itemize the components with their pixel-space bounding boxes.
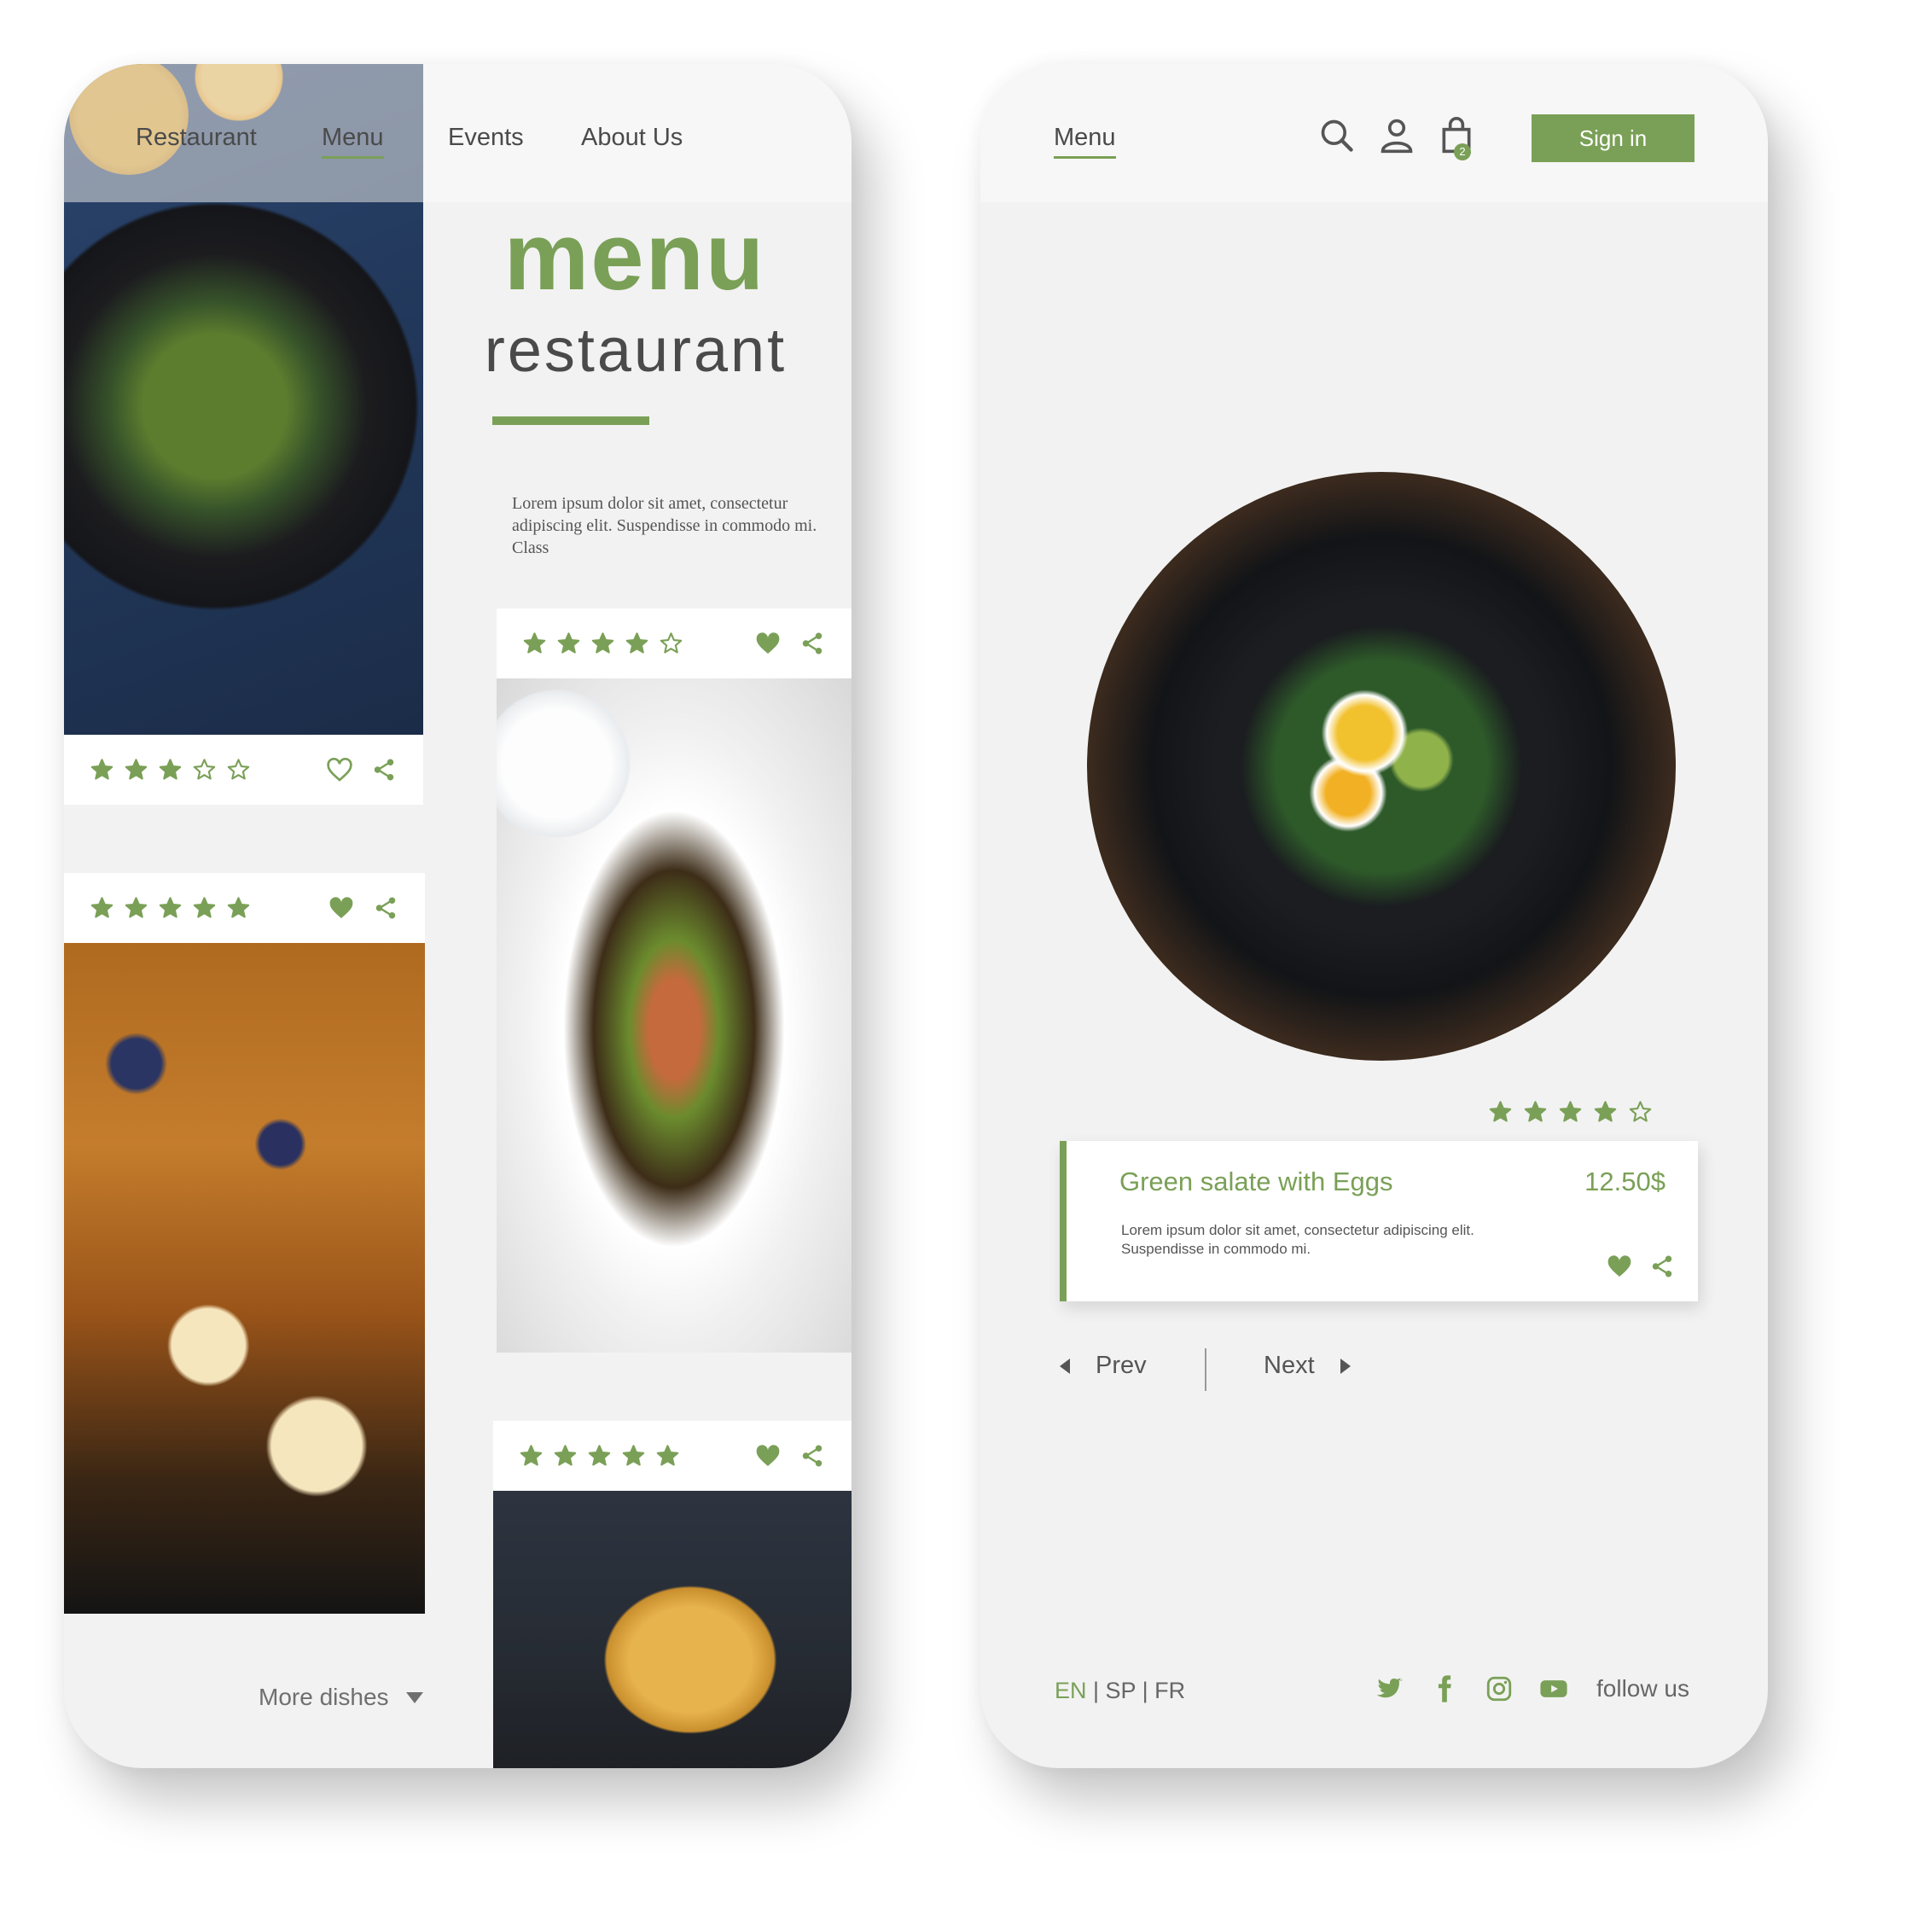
youtube-icon[interactable]	[1539, 1674, 1568, 1703]
star-filled-icon[interactable]	[1558, 1100, 1583, 1124]
star-filled-icon[interactable]	[655, 1444, 680, 1468]
star-filled-icon[interactable]	[587, 1444, 612, 1468]
star-filled-icon[interactable]	[556, 631, 581, 655]
hero-title: menu	[503, 203, 766, 310]
star-rating[interactable]	[519, 1444, 680, 1468]
instagram-icon[interactable]	[1485, 1674, 1514, 1703]
star-filled-icon[interactable]	[90, 758, 114, 782]
facebook-icon[interactable]	[1430, 1674, 1459, 1703]
nav-item-events[interactable]: Events	[448, 124, 524, 152]
star-outline-icon[interactable]	[659, 631, 683, 655]
right-phone-screen: Menu 2 Sign in Green salate with Eggs 12…	[980, 64, 1768, 1768]
more-dishes-label: More dishes	[259, 1684, 389, 1710]
star-filled-icon[interactable]	[625, 631, 649, 655]
dish-card-rating-bar	[64, 735, 423, 805]
star-filled-icon[interactable]	[553, 1444, 578, 1468]
share-icon[interactable]	[1648, 1254, 1676, 1279]
salmon-photo[interactable]	[497, 678, 852, 1353]
star-rating[interactable]	[90, 896, 251, 920]
dish-card-rating-bar	[497, 608, 852, 678]
language-switcher: EN | SP | FR	[1055, 1678, 1186, 1703]
dish-name: Green salate with Eggs	[1119, 1167, 1393, 1196]
more-dishes-button[interactable]: More dishes	[259, 1684, 423, 1711]
star-outline-icon[interactable]	[226, 758, 251, 782]
hero-description: Lorem ipsum dolor sit amet, consectetur …	[512, 494, 817, 557]
share-icon[interactable]	[370, 757, 398, 783]
prev-button[interactable]: Prev	[1060, 1352, 1147, 1380]
share-icon[interactable]	[799, 631, 826, 656]
language-fr[interactable]: FR	[1154, 1678, 1185, 1703]
heart-icon[interactable]	[754, 1443, 782, 1469]
star-filled-icon[interactable]	[124, 896, 148, 920]
search-icon[interactable]	[1318, 117, 1356, 154]
dish-photo	[1087, 472, 1676, 1061]
nav-item-restaurant[interactable]: Restaurant	[136, 124, 257, 152]
dish-card[interactable]: Green salate with Eggs 12.50$ Lorem ipsu…	[1060, 1141, 1698, 1301]
pancakes-photo[interactable]	[493, 1491, 852, 1768]
star-filled-icon[interactable]	[158, 896, 183, 920]
star-filled-icon[interactable]	[124, 758, 148, 782]
language-sp[interactable]: SP	[1106, 1678, 1136, 1703]
hero-divider	[492, 416, 649, 425]
left-phone-screen: Restaurant Menu Events About Us menu res…	[64, 64, 852, 1768]
star-filled-icon[interactable]	[590, 631, 615, 655]
hero-subtitle: restaurant	[484, 317, 788, 385]
follow-us-label: follow us	[1596, 1675, 1689, 1702]
user-icon[interactable]	[1378, 117, 1416, 154]
star-filled-icon[interactable]	[192, 896, 217, 920]
heart-icon[interactable]	[754, 631, 782, 656]
next-button[interactable]: Next	[1264, 1352, 1351, 1380]
star-filled-icon[interactable]	[1593, 1100, 1618, 1124]
language-en[interactable]: EN	[1055, 1678, 1087, 1703]
sign-in-button[interactable]: Sign in	[1532, 114, 1695, 162]
star-outline-icon[interactable]	[192, 758, 217, 782]
star-filled-icon[interactable]	[1488, 1100, 1513, 1124]
star-filled-icon[interactable]	[158, 758, 183, 782]
nav-item-about-us[interactable]: About Us	[581, 124, 683, 152]
star-filled-icon[interactable]	[90, 896, 114, 920]
dish-price: 12.50$	[1584, 1167, 1665, 1196]
star-rating[interactable]	[90, 758, 251, 782]
top-navigation: Restaurant Menu Events About Us	[64, 64, 852, 202]
star-filled-icon[interactable]	[519, 1444, 544, 1468]
heart-outline-icon[interactable]	[326, 757, 353, 783]
dish-card-rating-bar	[493, 1421, 852, 1491]
prev-label: Prev	[1096, 1352, 1147, 1379]
caret-down-icon	[405, 1691, 423, 1703]
social-links: follow us	[1375, 1674, 1689, 1703]
dish-card-rating-bar	[64, 873, 425, 943]
heart-icon[interactable]	[1606, 1254, 1633, 1279]
star-rating[interactable]	[522, 631, 683, 655]
caret-right-icon	[1340, 1358, 1351, 1374]
top-navigation: Menu 2 Sign in	[980, 64, 1768, 202]
next-label: Next	[1264, 1352, 1315, 1379]
star-filled-icon[interactable]	[1523, 1100, 1548, 1124]
share-icon[interactable]	[372, 895, 399, 921]
pagination: Prev Next	[1060, 1348, 1401, 1391]
star-filled-icon[interactable]	[522, 631, 547, 655]
star-filled-icon[interactable]	[621, 1444, 646, 1468]
share-icon[interactable]	[799, 1443, 826, 1469]
nav-item-menu[interactable]: Menu	[322, 124, 384, 159]
star-filled-icon[interactable]	[226, 896, 251, 920]
twitter-icon[interactable]	[1375, 1674, 1404, 1703]
cart-count-badge: 2	[1454, 143, 1471, 160]
star-outline-icon[interactable]	[1628, 1100, 1653, 1124]
dish-description: Lorem ipsum dolor sit amet, consectetur …	[1121, 1222, 1474, 1257]
pager-divider	[1205, 1348, 1206, 1391]
heart-icon[interactable]	[328, 895, 355, 921]
french-toast-photo[interactable]	[64, 943, 425, 1614]
caret-left-icon	[1060, 1358, 1070, 1374]
nav-item-menu[interactable]: Menu	[1054, 124, 1116, 159]
star-rating[interactable]	[1488, 1100, 1653, 1124]
